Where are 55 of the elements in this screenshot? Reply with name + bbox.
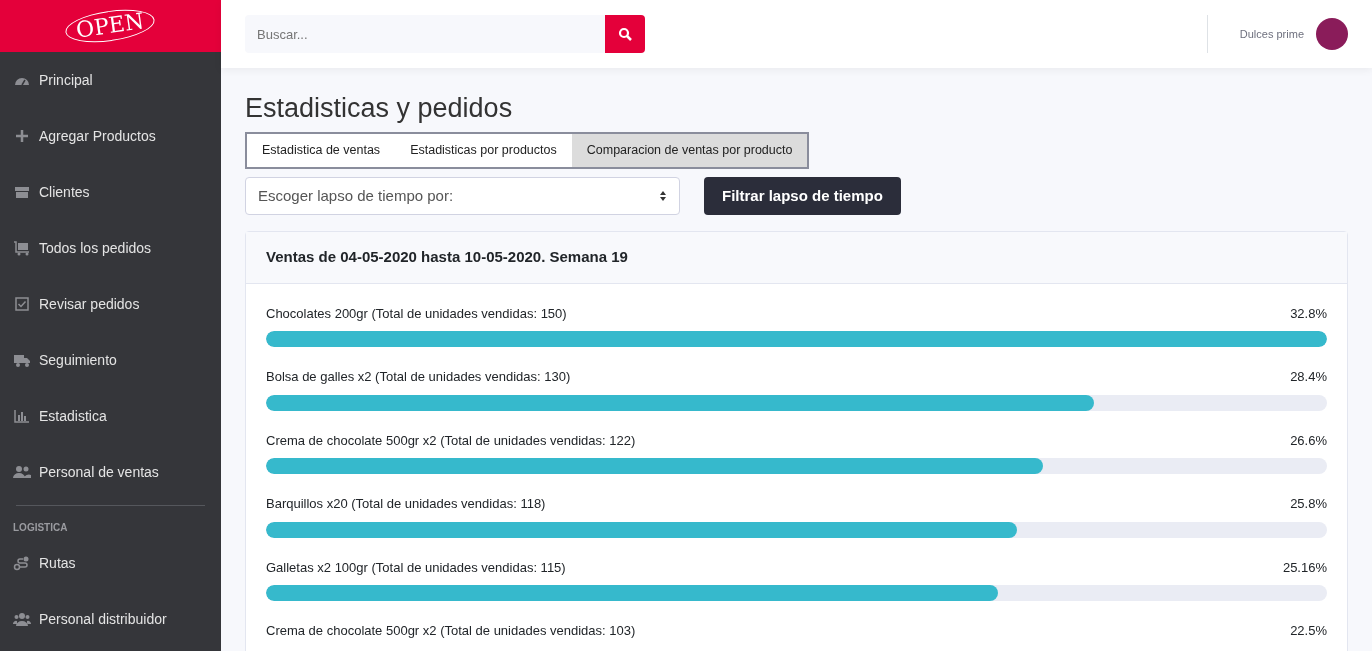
checkbox-icon <box>13 296 31 312</box>
tab[interactable]: Estadistica de ventas <box>247 134 396 168</box>
cart-icon <box>13 240 31 256</box>
group-icon <box>13 611 31 627</box>
card-title: Ventas de 04-05-2020 hasta 10-05-2020. Semana 19 <box>246 232 1347 284</box>
sidebar-label: Revisar pedidos <box>39 294 140 314</box>
sidebar-label: Principal <box>39 70 93 90</box>
sidebar-item[interactable]: Personal distribuidor <box>0 591 221 647</box>
sidebar-label: Personal de ventas <box>39 462 159 482</box>
product-label: Crema de chocolate 500gr x2 (Total de unidades vendidas: 122) <box>266 431 636 450</box>
product-label: Crema de chocolate 500gr x2 (Total de unidades vendidas: 103) <box>266 622 636 641</box>
avatar[interactable] <box>1316 18 1348 50</box>
percent-label: 25.16% <box>1282 558 1327 577</box>
sidebar-item[interactable]: Clientes <box>0 164 221 220</box>
bar-chart-icon <box>13 408 31 424</box>
sidebar-item[interactable]: Estadistica <box>0 388 221 444</box>
sidebar-label: Personal distribuidor <box>39 609 167 629</box>
sidebar-label: Todos los pedidos <box>39 238 152 258</box>
percent-label: 22.5% <box>1290 622 1327 641</box>
users-icon <box>13 464 31 480</box>
sidebar-label: Rutas <box>39 553 76 573</box>
product-label: Chocolates 200gr (Total de unidades vendidas: 150) <box>266 304 567 323</box>
truck-icon <box>13 352 31 368</box>
sidebar-item[interactable]: Principal <box>0 52 221 108</box>
section-heading: LOGISTICA <box>12 521 69 535</box>
percent-label: 26.6% <box>1290 431 1327 450</box>
sidebar-label: Agregar Productos <box>39 126 156 146</box>
route-icon <box>13 555 31 571</box>
sidebar-label: Seguimiento <box>39 350 117 370</box>
tab[interactable]: Comparacion de ventas por producto <box>571 134 808 168</box>
filter-button[interactable]: Filtrar lapso de tiempo <box>704 177 901 216</box>
page-title: Estadisticas y pedidos <box>245 92 514 125</box>
plus-icon <box>13 128 31 144</box>
product-label: Barquillos x20 (Total de unidades vendidas: 118) <box>266 495 546 514</box>
sidebar-item[interactable]: Personal de ventas <box>0 444 221 500</box>
sidebar-item[interactable]: Revisar pedidos <box>0 276 221 332</box>
time-period-select[interactable]: Escoger lapso de tiempo por: <box>245 177 680 216</box>
sidebar-item[interactable]: Seguimiento <box>0 332 221 388</box>
percent-label: 32.8% <box>1290 304 1327 323</box>
tab[interactable]: Estadisticas por productos <box>395 134 572 168</box>
sidebar-item[interactable]: Rutas <box>0 535 221 591</box>
search-field[interactable]: Buscar... <box>245 15 605 53</box>
sidebar-item[interactable]: Agregar Productos <box>0 108 221 164</box>
store-icon <box>13 184 31 200</box>
user-name: Dulces prime <box>1239 26 1304 42</box>
product-label: Galletas x2 100gr (Total de unidades vendidas: 115) <box>266 558 566 577</box>
sort-caret-icon <box>659 190 667 203</box>
search-button[interactable] <box>605 15 645 53</box>
percent-label: 25.8% <box>1290 495 1327 514</box>
percent-label: 28.4% <box>1290 368 1327 387</box>
sidebar-label: Clientes <box>39 182 90 202</box>
sidebar-label: Estadistica <box>39 406 107 426</box>
product-label: Bolsa de galles x2 (Total de unidades vendidas: 130) <box>266 368 571 387</box>
search-icon <box>618 27 632 41</box>
sidebar-item[interactable]: Todos los pedidos <box>0 220 221 276</box>
